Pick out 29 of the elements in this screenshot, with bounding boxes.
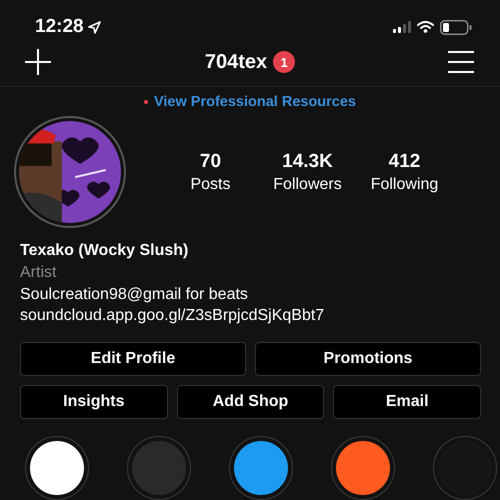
location-arrow-icon [88, 20, 101, 34]
bio-line: Soulcreation98@gmail for beats [20, 285, 248, 305]
stat-count: 70 [200, 150, 222, 172]
highlight-cover[interactable] [30, 441, 84, 495]
profile-button[interactable]: Insights [20, 385, 168, 419]
add-icon[interactable] [24, 48, 52, 76]
highlight-cover[interactable] [336, 441, 390, 495]
signal-icon [393, 21, 411, 33]
stat-label: Posts [190, 176, 230, 194]
dot-icon [144, 100, 148, 104]
profile-button[interactable]: Email [333, 385, 482, 419]
battery-icon [440, 20, 472, 34]
stat-count: 14.3K [282, 150, 333, 172]
bio-line: soundcloud.app.goo.gl/Z3sBrpjcdSjKqBbt7 [20, 306, 324, 326]
profile-name: Texako (Wocky Slush) [20, 241, 188, 261]
menu-icon[interactable] [448, 51, 474, 74]
profile-button[interactable]: Edit Profile [20, 342, 246, 376]
wifi-icon [417, 21, 434, 33]
highlight-cover[interactable] [234, 441, 288, 495]
profile-button[interactable]: Add Shop [176, 385, 324, 419]
username-title[interactable]: 704tex [204, 50, 268, 74]
profile-button[interactable]: Promotions [255, 342, 481, 376]
stat-count: 412 [388, 150, 420, 172]
notification-badge: 1 [273, 51, 296, 74]
stat-label: Following [370, 176, 438, 194]
clock-time: 12:28 [35, 16, 84, 38]
professional-resources-link[interactable]: View Professional Resources [154, 94, 356, 110]
stat-label: Followers [273, 176, 342, 194]
profile-category: Artist [20, 263, 56, 283]
